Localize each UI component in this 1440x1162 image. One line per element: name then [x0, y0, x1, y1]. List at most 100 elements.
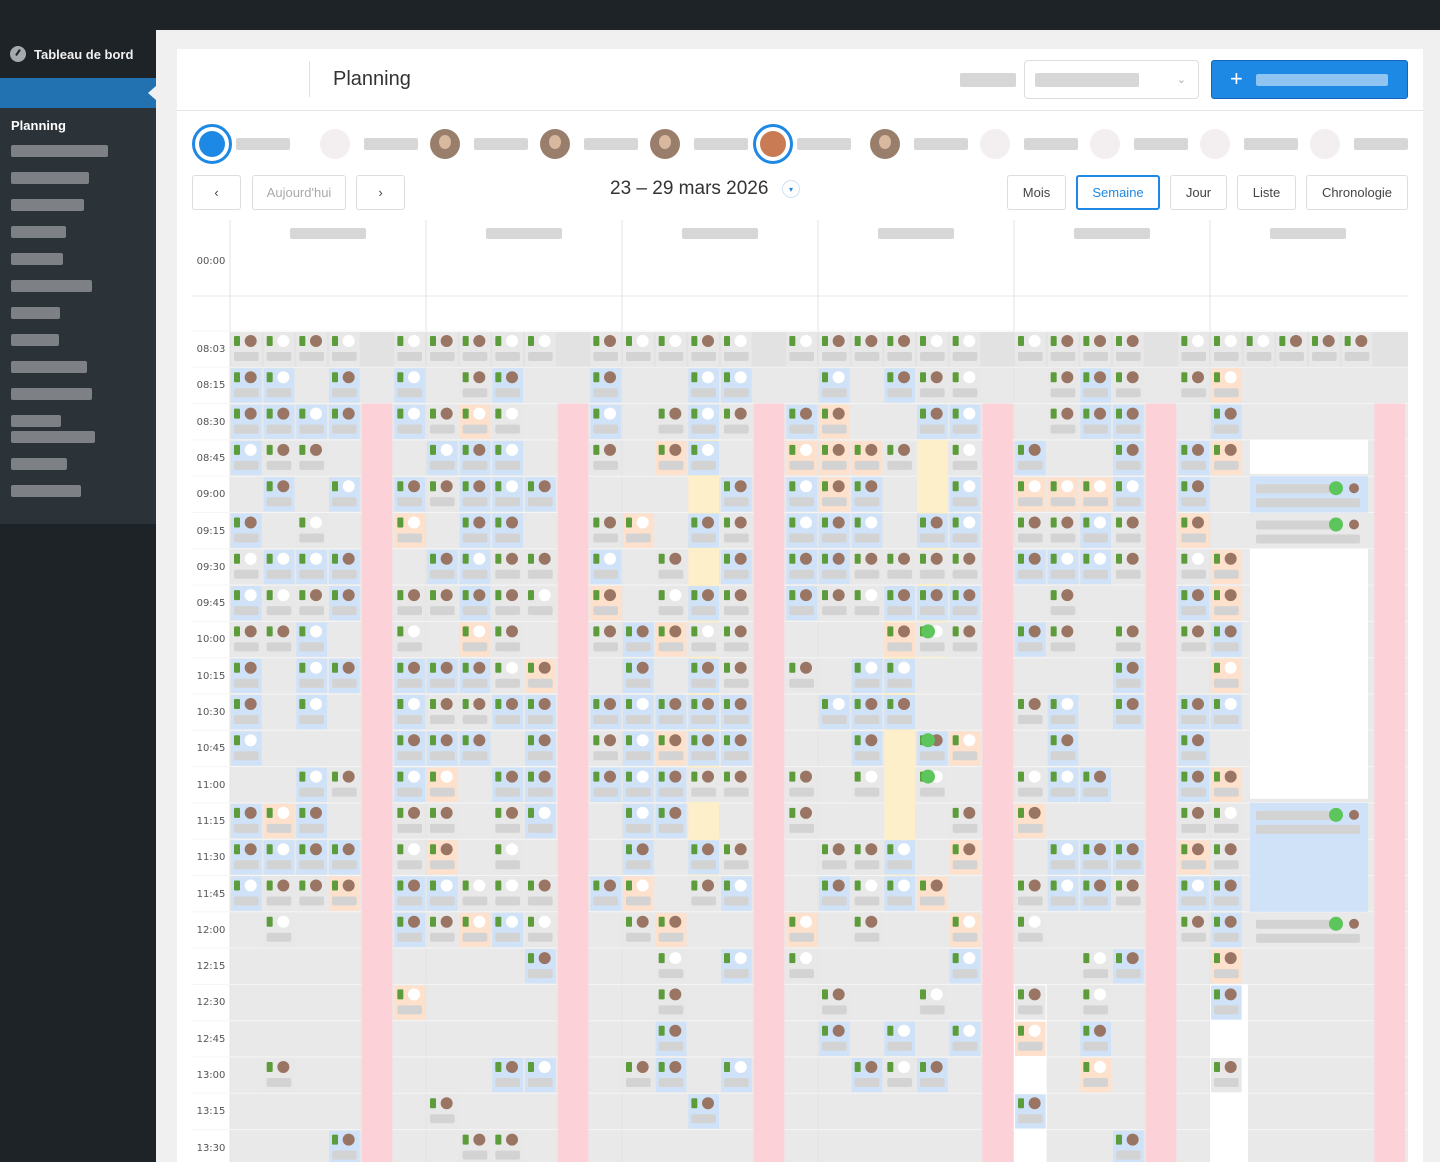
- service-icon: [1181, 807, 1188, 818]
- sidebar-submenu-item[interactable]: [11, 388, 92, 400]
- service-icon: [822, 553, 828, 564]
- avatar: [473, 516, 486, 529]
- avatar: [832, 843, 845, 856]
- booking-label: [593, 787, 618, 797]
- service-icon: [593, 336, 600, 346]
- booking-label: [1214, 896, 1239, 906]
- avatar: [636, 734, 649, 747]
- view-day-button[interactable]: Jour: [1170, 175, 1227, 210]
- date-range-dropdown-icon[interactable]: ▾: [782, 180, 800, 198]
- service-icon: [332, 481, 338, 492]
- avatar: [702, 625, 714, 638]
- avatar: [1028, 915, 1041, 928]
- service-icon: [854, 699, 861, 709]
- service-icon: [854, 553, 861, 564]
- booking-label: [495, 715, 520, 724]
- booking-label: [1181, 569, 1206, 579]
- time-label: 10:15: [196, 670, 226, 682]
- page-title: Planning: [333, 68, 411, 90]
- service-icon: [462, 553, 469, 564]
- booking-label: [266, 460, 292, 470]
- booking-label: [593, 715, 618, 724]
- sidebar-submenu-item[interactable]: [11, 458, 67, 470]
- booking-label: [397, 388, 422, 398]
- sidebar-submenu-item[interactable]: [11, 361, 87, 373]
- booking-label: [495, 896, 520, 906]
- service-icon: [952, 444, 959, 455]
- avatar: [440, 734, 453, 747]
- view-week-button[interactable]: Semaine: [1076, 175, 1160, 210]
- booking-label: [332, 1150, 357, 1160]
- booking-label: [234, 896, 259, 906]
- sidebar-submenu-item[interactable]: [11, 415, 61, 427]
- booking-label: [234, 352, 259, 361]
- next-week-button[interactable]: ›: [356, 175, 405, 210]
- service-icon: [332, 844, 338, 855]
- service-icon: [1018, 989, 1024, 1000]
- avatar: [1192, 698, 1204, 710]
- avatar: [538, 806, 551, 819]
- avatar: [244, 734, 257, 747]
- sidebar-submenu-item[interactable]: [11, 199, 84, 211]
- service-icon: [1214, 662, 1220, 673]
- service-icon: [854, 1062, 861, 1072]
- view-timeline-button[interactable]: Chronologie: [1306, 175, 1408, 210]
- service-icon: [495, 880, 502, 891]
- booking-label: [1116, 352, 1141, 361]
- sidebar-submenu-item[interactable]: [11, 145, 108, 157]
- avatar: [1192, 625, 1204, 638]
- service-icon: [528, 735, 534, 746]
- service-icon: [1083, 771, 1090, 782]
- booking-label: [593, 606, 618, 616]
- booking-label: [822, 388, 847, 398]
- avatar: [1224, 698, 1237, 710]
- sidebar-submenu-item[interactable]: [11, 253, 63, 265]
- avatar: [1094, 1061, 1106, 1073]
- sidebar-submenu-item[interactable]: [11, 172, 89, 184]
- sidebar-submenu-item[interactable]: [11, 431, 95, 443]
- service-icon: [234, 408, 240, 419]
- booking-label: [299, 642, 324, 652]
- avatar: [1224, 661, 1237, 674]
- sidebar-submenu-item[interactable]: [11, 226, 66, 238]
- booking-label: [822, 569, 847, 579]
- sidebar-submenu-item[interactable]: [11, 307, 60, 319]
- booking-label: [658, 751, 684, 761]
- avatar: [277, 443, 290, 456]
- booking-label: [234, 460, 259, 470]
- sidebar-submenu-item[interactable]: [11, 280, 92, 292]
- avatar: [898, 625, 910, 638]
- add-event-button[interactable]: +: [1211, 60, 1408, 99]
- avatar: [538, 879, 551, 892]
- sidebar-item-active[interactable]: [0, 78, 156, 108]
- service-icon: [1083, 953, 1090, 964]
- date-range-title: 23 – 29 mars 2026: [610, 178, 769, 199]
- service-icon: [658, 1025, 665, 1036]
- service-icon: [1050, 553, 1057, 564]
- prev-week-button[interactable]: ‹: [192, 175, 241, 210]
- service-icon: [854, 336, 861, 346]
- sidebar-submenu-title[interactable]: Planning: [11, 118, 156, 133]
- service-icon: [430, 1098, 436, 1109]
- booking-label: [528, 352, 553, 361]
- booking-label: [299, 533, 324, 543]
- service-icon: [1083, 880, 1090, 891]
- calendar-grid: [192, 220, 1408, 1162]
- service-icon: [1214, 844, 1220, 855]
- sidebar-submenu-item[interactable]: [11, 485, 81, 497]
- booking-label: [462, 642, 488, 652]
- today-button[interactable]: Aujourd'hui: [252, 175, 346, 210]
- view-month-button[interactable]: Mois: [1007, 175, 1066, 210]
- service-icon: [234, 336, 240, 346]
- avatar: [244, 371, 257, 384]
- booking-label: [920, 1005, 945, 1015]
- booking-label: [462, 497, 488, 507]
- booking-label: [1116, 896, 1141, 906]
- booking-label: [397, 424, 422, 434]
- sidebar-item-dashboard[interactable]: Tableau de bord: [0, 30, 156, 78]
- avatar: [1094, 335, 1106, 347]
- service-icon: [1083, 1062, 1090, 1072]
- sidebar-submenu-item[interactable]: [11, 334, 59, 346]
- view-list-button[interactable]: Liste: [1237, 175, 1296, 210]
- filter-select[interactable]: ⌄: [1024, 60, 1199, 99]
